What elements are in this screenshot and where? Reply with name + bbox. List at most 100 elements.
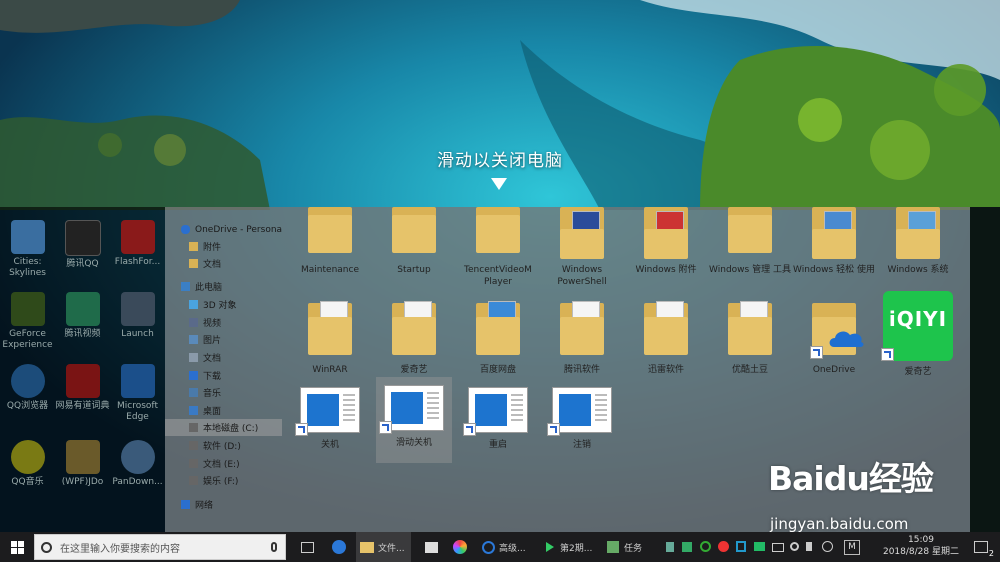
desktop-icon-edge[interactable]: Microsoft Edge [110,364,165,423]
taskbar-clock[interactable]: 15:09 2018/8/28 星期二 [880,534,962,558]
iqiyi-icon: iQIYI [881,291,953,361]
nav-item-drive-f[interactable]: 娱乐 (F:) [189,472,238,489]
shortcut-restart[interactable]: 重启 [456,379,540,451]
folder-icon [392,297,436,359]
folder-windows-accessories[interactable]: Windows 附件 [624,207,708,276]
taskbar-app-task[interactable]: 任务 [602,532,650,562]
nav-item-this-pc[interactable]: 此电脑 [181,278,222,295]
nav-item-pictures[interactable]: 图片 [189,331,221,348]
nav-item-label: 文档 [203,260,222,270]
taskbar-app-explorer[interactable]: 文件... [356,532,411,562]
folder-tencent-software[interactable]: 腾讯软件 [540,297,624,376]
nav-item-onedrive[interactable]: OneDrive - Persona [181,221,282,238]
desktop-icons: Cities: Skylines 腾讯QQ FlashFor... GeForc… [0,214,165,514]
nav-item-attachments[interactable]: 附件 [189,238,221,255]
network-icon[interactable] [790,542,799,551]
folder-label: Windows 轻松 使用 [793,265,875,275]
desktop-icon-youdao[interactable]: 网易有道词典 [55,364,110,412]
video-icon [189,318,198,327]
wechat-icon[interactable] [754,542,765,551]
input-method-indicator[interactable]: M [844,540,860,555]
desktop-icon-tencent-video[interactable]: 腾讯视频 [55,292,110,340]
desktop-icon-flash[interactable]: FlashFor... [110,220,165,268]
nav-item-drive-c[interactable]: 本地磁盘 (C:) [165,419,282,436]
watermark-url: jingyan.baidu.com [770,515,909,533]
notification-icon: 2 [974,541,994,558]
folder-windows-system[interactable]: Windows 系统 [876,207,960,276]
shield-icon[interactable] [736,541,746,552]
desktop-icon-launch[interactable]: Launch [110,292,165,340]
folder-xunlei-software[interactable]: 迅雷软件 [624,297,708,376]
shortcut-thumbnail-icon [379,385,444,434]
desktop-icon-pandownload[interactable]: PanDown... [110,440,165,488]
battery-icon[interactable] [666,542,674,552]
nav-item-videos[interactable]: 视频 [189,314,221,331]
folder-maintenance[interactable]: Maintenance [288,207,372,276]
store-icon [424,541,438,553]
taskbar-edge[interactable] [328,532,350,562]
taskbar-photos[interactable] [448,532,472,562]
folder-youku-tudou[interactable]: 优酷土豆 [708,297,792,376]
folder-windows-powershell[interactable]: Windows PowerShell [540,207,624,288]
sync-icon[interactable] [700,541,711,552]
launch-icon [120,292,155,326]
taskbar-app-browser[interactable]: 高级... [478,532,533,562]
taskbar-store[interactable] [420,532,442,562]
desktop-icon-geforce[interactable]: GeForce Experience [0,292,55,351]
desktop-icon-wpf-jdo[interactable]: (WPF)JDo [55,440,110,488]
action-center-button[interactable]: 2 [968,532,994,562]
media-icon [546,542,554,552]
volume-icon[interactable] [806,542,812,551]
nav-item-drive-e[interactable]: 文档 (E:) [189,455,240,472]
app-tray-icon[interactable] [682,542,692,552]
display-icon[interactable] [772,543,784,552]
nav-item-network[interactable]: 网络 [181,496,213,513]
folder-label: Windows 系统 [887,265,949,275]
nav-item-documents[interactable]: 文档 [189,349,221,366]
shortcut-arrow-icon [881,348,894,361]
desktop-icon-qq-music[interactable]: QQ音乐 [0,440,55,488]
ease-of-access-folder-icon [812,207,856,259]
folder-icon [644,297,688,359]
folder-iqiyi[interactable]: 爱奇艺 [372,297,456,376]
cloud-icon [120,440,155,474]
shutdown-slide-panel[interactable]: 滑动以关闭电脑 [0,0,1000,207]
antivirus-icon[interactable] [718,541,729,552]
nav-item-desktop[interactable]: 桌面 [189,402,221,419]
shortcut-shutdown[interactable]: 关机 [288,379,372,451]
shortcut-iqiyi[interactable]: iQIYI 爱奇艺 [876,291,960,378]
drive-icon [189,476,198,485]
folder-windows-ease-of-access[interactable]: Windows 轻松 使用 [792,207,876,276]
task-view-button[interactable] [296,532,318,562]
folder-tencent-video-player[interactable]: TencentVideoM Player [456,207,540,288]
folder-winrar[interactable]: WinRAR [288,297,372,376]
clock-time: 15:09 [908,535,934,545]
shortcut-slide-shutdown[interactable]: 滑动关机 [376,377,452,463]
shortcut-onedrive[interactable]: OneDrive [792,297,876,376]
nav-item-downloads[interactable]: 下载 [189,367,221,384]
folder-windows-admin-tools[interactable]: Windows 管理 工具 [708,207,792,276]
microphone-icon[interactable] [271,542,277,552]
nav-item-drive-d[interactable]: 软件 (D:) [189,437,241,454]
start-button[interactable] [0,532,34,562]
folder-baidu-netdisk[interactable]: 百度网盘 [456,297,540,376]
folder-icon [728,297,772,359]
taskbar-app-media[interactable]: 第2期... [540,532,598,562]
folder-label: Maintenance [301,265,359,275]
shortcut-sign-out[interactable]: 注销 [540,379,624,451]
powershell-folder-icon [560,207,604,259]
folder-label: Windows 管理 工具 [709,265,791,275]
desktop-icon-qq-browser[interactable]: QQ浏览器 [0,364,55,412]
folder-label: Windows 附件 [635,265,697,275]
desktop-icon-cities-skylines[interactable]: Cities: Skylines [0,220,55,279]
nav-item-onedrive-documents[interactable]: 文档 [189,255,221,272]
desktop-icon-label: Launch [121,329,154,339]
folder-startup[interactable]: Startup [372,207,456,276]
baidu-jingyan-watermark: Baidu经验 jingyan.baidu.com [768,452,934,533]
desktop-icon-qq[interactable]: 腾讯QQ [55,220,110,270]
close-circle-icon[interactable] [822,541,833,552]
nav-item-music[interactable]: 音乐 [189,384,221,401]
qq-music-icon [10,440,45,474]
nav-item-3d-objects[interactable]: 3D 对象 [189,296,237,313]
taskbar-search-box[interactable]: 在这里输入你要搜索的内容 [34,534,286,560]
